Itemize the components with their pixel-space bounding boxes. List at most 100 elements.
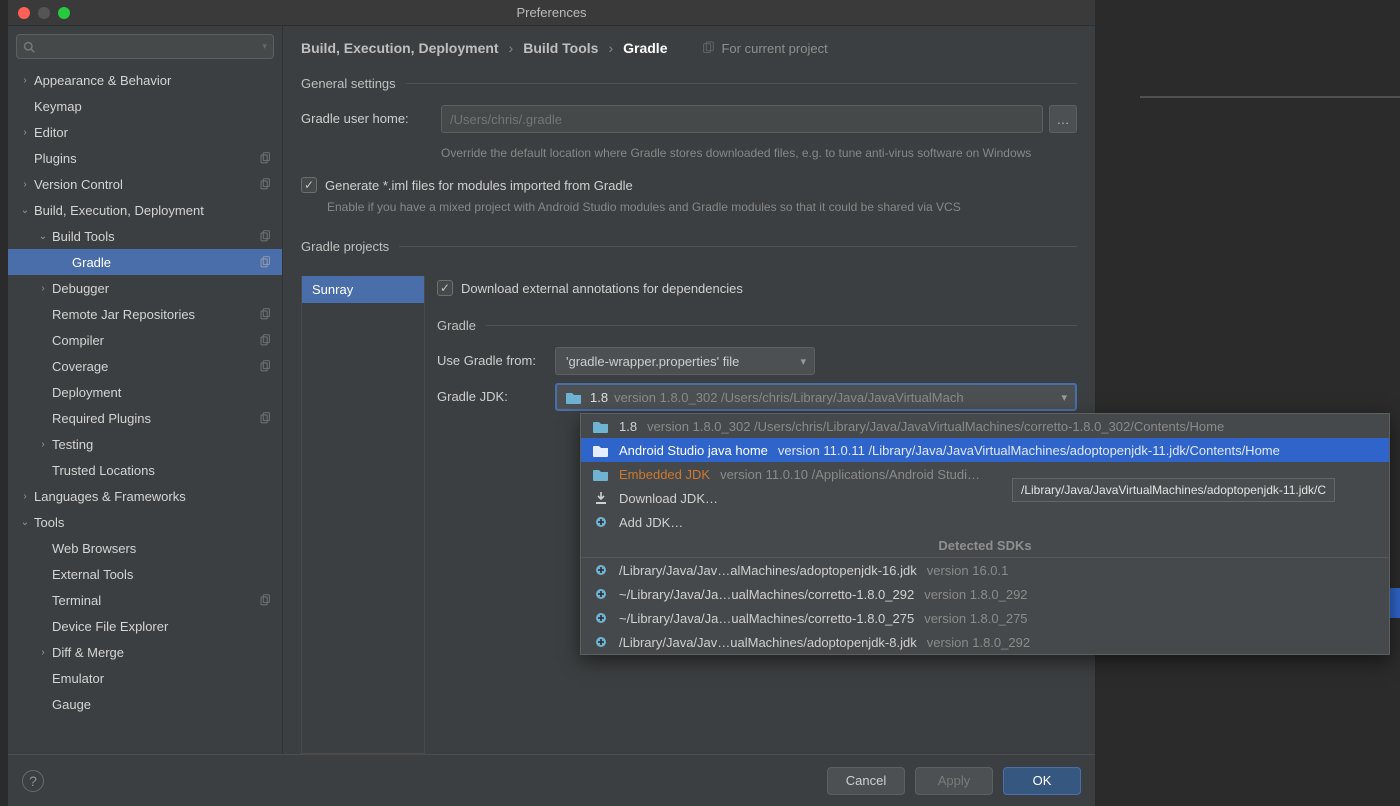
sidebar-item[interactable]: ›Required Plugins [8,405,282,431]
folder-icon [593,420,609,433]
sidebar-item-label: External Tools [52,567,282,582]
dropdown-item-detail: version 11.0.10 /Applications/Android St… [720,467,980,482]
close-window-button[interactable] [18,7,30,19]
download-annotations-label: Download external annotations for depend… [461,281,743,296]
expand-icon: › [20,179,30,189]
gradle-subsection: Gradle [437,318,1077,333]
sidebar-item[interactable]: ›Coverage [8,353,282,379]
project-scope-icon [258,255,272,269]
sidebar-item[interactable]: ›Trusted Locations [8,457,282,483]
sidebar-item[interactable]: ›Diff & Merge [8,639,282,665]
sidebar-item[interactable]: ›Device File Explorer [8,613,282,639]
dropdown-item-name: 1.8 [619,419,637,434]
project-item[interactable]: Sunray [302,276,424,303]
search-field[interactable] [39,40,262,54]
use-gradle-from-select[interactable]: 'gradle-wrapper.properties' file [555,347,815,375]
dropdown-item-name: Add JDK… [619,515,683,530]
sidebar-item[interactable]: ›Gradle [8,249,282,275]
sidebar-item[interactable]: ›Plugins [8,145,282,171]
dropdown-item-path: /Library/Java/Jav…ualMachines/adoptopenj… [619,635,917,650]
sidebar-item-label: Editor [34,125,282,140]
dropdown-item[interactable]: Android Studio java home version 11.0.11… [581,438,1389,462]
sidebar-item[interactable]: ›Remote Jar Repositories [8,301,282,327]
dropdown-detected-item[interactable]: ~/Library/Java/Ja…ualMachines/corretto-1… [581,582,1389,606]
sidebar-item-label: Plugins [34,151,258,166]
sidebar-item[interactable]: ›Deployment [8,379,282,405]
sidebar-item[interactable]: ›Terminal [8,587,282,613]
sidebar-item[interactable]: ›Editor [8,119,282,145]
sidebar-item[interactable]: › Version Control [8,171,282,197]
sidebar-item[interactable]: ›Debugger [8,275,282,301]
dropdown-detected-item[interactable]: ~/Library/Java/Ja…ualMachines/corretto-1… [581,606,1389,630]
dropdown-item-name: Download JDK… [619,491,718,506]
sidebar-item[interactable]: ›Appearance & Behavior [8,67,282,93]
add-icon [593,611,609,625]
sidebar-item-label: Gauge [52,697,282,712]
dialog-footer: ? Cancel Apply OK [8,754,1095,806]
add-icon [593,563,609,577]
sidebar-item-label: Tools [34,515,282,530]
browse-button[interactable]: … [1049,105,1077,133]
download-annotations-row[interactable]: Download external annotations for depend… [437,280,1077,296]
dropdown-detected-item[interactable]: /Library/Java/Jav…ualMachines/adoptopenj… [581,630,1389,654]
ok-button[interactable]: OK [1003,767,1081,795]
dropdown-item[interactable]: 1.8 version 1.8.0_302 /Users/chris/Libra… [581,414,1389,438]
search-input[interactable]: ▾ [16,34,274,59]
copy-icon [701,41,715,55]
project-scope-icon [258,229,272,243]
add-icon [593,635,609,649]
download-annotations-checkbox[interactable] [437,280,453,296]
sidebar-item[interactable]: ⌄Build, Execution, Deployment [8,197,282,223]
sidebar-item[interactable]: ›Compiler [8,327,282,353]
generate-iml-label: Generate *.iml files for modules importe… [325,178,633,193]
gradle-projects-title: Gradle projects [301,239,1077,254]
sidebar-item[interactable]: ›External Tools [8,561,282,587]
sidebar-item[interactable]: ⌄ Tools [8,509,282,535]
dropdown-section-header: Detected SDKs [581,534,1389,558]
sidebar-item-label: Device File Explorer [52,619,282,634]
dropdown-detected-item[interactable]: /Library/Java/Jav…alMachines/adoptopenjd… [581,558,1389,582]
gradle-home-hint: Override the default location where Grad… [441,145,1077,161]
help-button[interactable]: ? [22,770,44,792]
sidebar-item[interactable]: ›Gauge [8,691,282,717]
generate-iml-row[interactable]: Generate *.iml files for modules importe… [301,177,1077,193]
sidebar-item-label: Build, Execution, Deployment [34,203,282,218]
cancel-button[interactable]: Cancel [827,767,905,795]
gradle-home-input[interactable] [441,105,1043,133]
project-scope-icon [258,151,272,165]
dropdown-item-path: ~/Library/Java/Ja…ualMachines/corretto-1… [619,611,914,626]
sidebar-item-label: Remote Jar Repositories [52,307,258,322]
settings-tree[interactable]: ›Appearance & Behavior›Keymap›Editor›Plu… [8,67,282,754]
sidebar-item[interactable]: ›Languages & Frameworks [8,483,282,509]
projects-list[interactable]: Sunray [301,276,425,754]
project-scope-icon [258,359,272,373]
project-scope-icon [258,177,272,191]
folder-icon [593,444,609,457]
sidebar-item[interactable]: ›Testing [8,431,282,457]
sidebar-item[interactable]: ›Web Browsers [8,535,282,561]
breadcrumb: Build, Execution, Deployment › Build Too… [301,40,1077,56]
crumb-1[interactable]: Build, Execution, Deployment [301,40,499,56]
project-scope-icon [258,593,272,607]
window-buttons [18,7,70,19]
titlebar: Preferences [8,0,1095,26]
sidebar-item[interactable]: ›Keymap [8,93,282,119]
minimize-window-button[interactable] [38,7,50,19]
crumb-2[interactable]: Build Tools [523,40,598,56]
dropdown-item[interactable]: Add JDK… [581,510,1389,534]
generate-iml-checkbox[interactable] [301,177,317,193]
jdk-dropdown[interactable]: 1.8 version 1.8.0_302 /Users/chris/Libra… [580,413,1390,655]
expand-icon: ⌄ [20,517,30,527]
use-gradle-from-label: Use Gradle from: [437,347,555,368]
jdk-name: 1.8 [590,390,608,405]
project-scope-icon [258,411,272,425]
sidebar-item[interactable]: ⌄Build Tools [8,223,282,249]
sidebar-item-label: Version Control [34,177,258,192]
gradle-jdk-select[interactable]: 1.8 version 1.8.0_302 /Users/chris/Libra… [555,383,1077,411]
for-current-project: For current project [701,41,827,56]
apply-button[interactable]: Apply [915,767,993,795]
zoom-window-button[interactable] [58,7,70,19]
folder-icon [593,468,609,481]
sidebar-item[interactable]: ›Emulator [8,665,282,691]
expand-icon: › [20,75,30,85]
